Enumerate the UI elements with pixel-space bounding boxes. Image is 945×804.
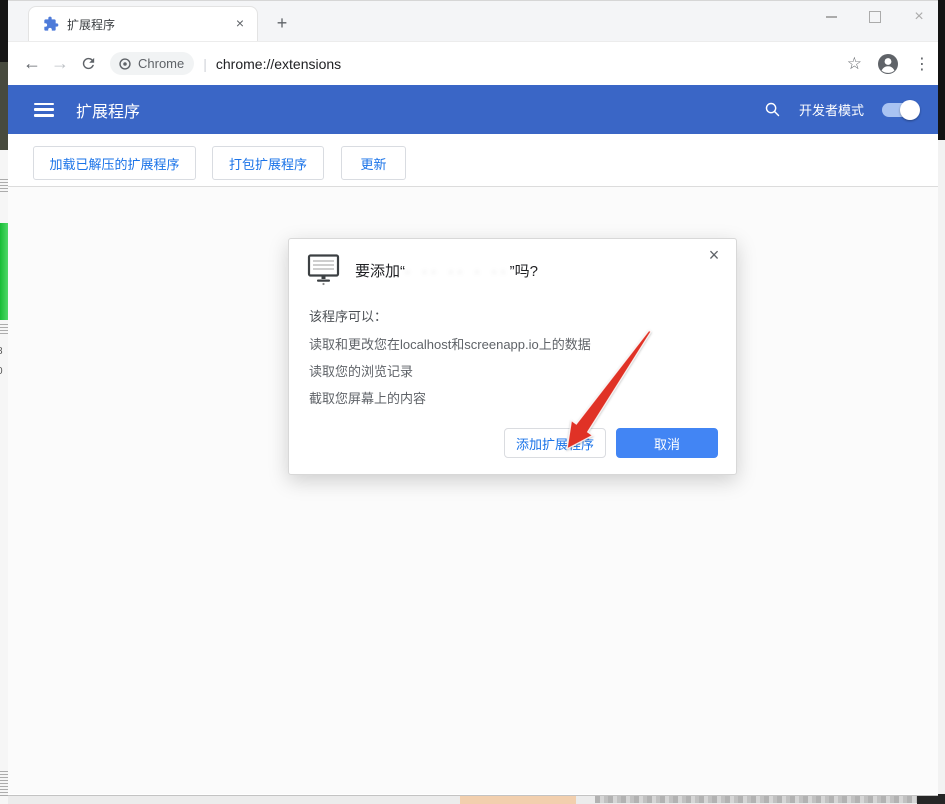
update-button[interactable]: 更新	[341, 146, 406, 180]
toolbar-right: ☆ ⋮	[847, 52, 926, 76]
address-bar[interactable]: Chrome | chrome://extensions	[110, 49, 839, 79]
back-icon[interactable]: ←	[18, 50, 46, 78]
site-info-chip[interactable]: Chrome	[110, 52, 194, 75]
site-info-label: Chrome	[138, 56, 184, 71]
dialog-footer: 添加扩展程序 取消	[504, 428, 718, 458]
dialog-title: 要添加“· ·· ·· · ··”吗?	[355, 260, 538, 281]
extensions-actions-row: 加载已解压的扩展程序 打包扩展程序 更新	[8, 134, 938, 187]
minimize-icon[interactable]	[820, 6, 842, 28]
background-texture	[0, 322, 8, 334]
developer-mode-label: 开发者模式	[799, 100, 864, 119]
maximize-icon[interactable]	[864, 6, 886, 28]
url-separator: |	[203, 56, 207, 72]
hamburger-menu-icon[interactable]	[34, 103, 54, 117]
bookmark-star-icon[interactable]: ☆	[847, 54, 862, 74]
forward-icon[interactable]: →	[46, 50, 74, 78]
background-dark-block	[0, 0, 8, 62]
search-icon[interactable]	[764, 101, 781, 118]
load-unpacked-button[interactable]: 加载已解压的扩展程序	[33, 146, 196, 180]
dialog-close-icon[interactable]: ×	[704, 245, 724, 265]
cancel-button[interactable]: 取消	[616, 428, 718, 458]
background-texture	[595, 796, 920, 803]
site-info-icon	[118, 57, 132, 71]
pack-extension-button[interactable]: 打包扩展程序	[212, 146, 324, 180]
dialog-title-suffix: ”吗?	[510, 263, 538, 280]
dialog-body: 该程序可以： 读取和更改您在localhost和screenapp.io上的数据…	[289, 286, 736, 405]
tab-title: 扩展程序	[67, 16, 231, 33]
developer-mode-toggle[interactable]	[882, 103, 918, 117]
tab-strip: 扩展程序 × + ×	[8, 1, 938, 41]
permission-item: 读取您的浏览记录	[309, 365, 716, 378]
new-tab-button[interactable]: +	[270, 12, 294, 36]
browser-menu-icon[interactable]: ⋮	[914, 54, 926, 74]
dialog-header: 要添加“· ·· ·· · ··”吗?	[289, 239, 736, 286]
add-extension-dialog: × 要添加“· ·· ·· · ··”吗? 该程序可以： 读取和更改您在loca	[288, 238, 737, 475]
page-title: 扩展程序	[76, 98, 764, 122]
header-right-cluster: 开发者模式	[764, 100, 918, 119]
reload-icon[interactable]	[74, 50, 102, 78]
window-close-icon[interactable]: ×	[908, 6, 930, 28]
browser-window: 扩展程序 × + × ← → Chrome | chrome://extensi…	[8, 0, 938, 796]
tab-close-icon[interactable]: ×	[231, 15, 249, 33]
add-extension-button[interactable]: 添加扩展程序	[504, 428, 606, 458]
background-texture	[0, 177, 8, 192]
dialog-title-redacted-name: · ·· ·· · ··	[405, 263, 510, 280]
extensions-content-area: × 要添加“· ·· ·· · ··”吗? 该程序可以： 读取和更改您在loca	[8, 187, 938, 794]
background-dark-block	[0, 62, 8, 150]
browser-toolbar: ← → Chrome | chrome://extensions ☆ ⋮	[8, 41, 938, 85]
background-dark-block	[938, 0, 945, 140]
profile-avatar-icon[interactable]	[876, 52, 900, 76]
background-texture	[0, 770, 8, 796]
dialog-permissions-intro: 该程序可以：	[309, 306, 716, 325]
extensions-page-header: 扩展程序 开发者模式	[8, 85, 938, 134]
dialog-title-prefix: 要添加“	[355, 263, 405, 280]
background-right-window-edge	[938, 0, 945, 804]
url-text[interactable]: chrome://extensions	[216, 56, 341, 72]
tab-extensions[interactable]: 扩展程序 ×	[28, 6, 258, 41]
background-green-block	[0, 223, 8, 320]
permission-item: 读取和更改您在localhost和screenapp.io上的数据	[309, 338, 716, 351]
background-beige-block	[460, 795, 576, 804]
background-partial-text: 0	[0, 367, 8, 377]
extension-puzzle-icon	[43, 16, 59, 32]
background-partial-text: 8	[0, 347, 8, 357]
permission-item: 截取您屏幕上的内容	[309, 392, 716, 405]
screen-monitor-icon	[307, 254, 341, 286]
window-controls: ×	[820, 5, 930, 29]
